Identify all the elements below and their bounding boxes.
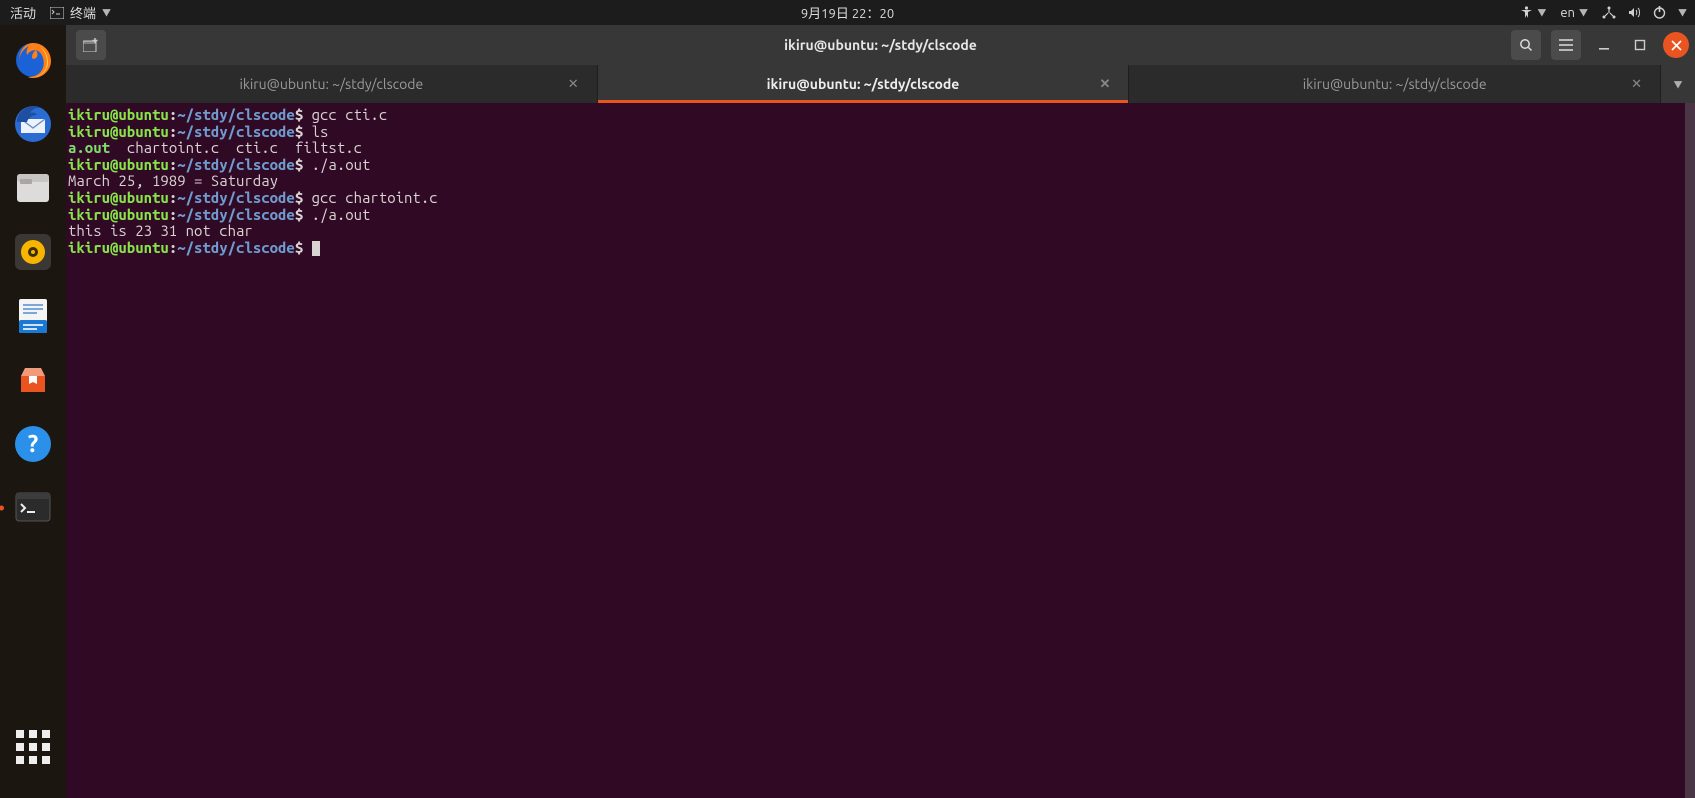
search-button[interactable] <box>1511 30 1541 60</box>
chevron-down-icon: ▼ <box>1678 6 1687 19</box>
window-minimize-button[interactable] <box>1591 32 1617 58</box>
dock-firefox[interactable] <box>8 35 58 85</box>
terminal-tabs: ikiru@ubuntu: ~/stdy/clscode ✕ ikiru@ubu… <box>66 65 1695 103</box>
terminal-scrollbar[interactable] <box>1685 103 1695 798</box>
files-icon <box>11 166 55 210</box>
accessibility-icon <box>1520 6 1533 19</box>
show-applications[interactable] <box>8 722 58 772</box>
terminal-viewport[interactable]: ikiru@ubuntu:~/stdy/clscode$ gcc cti.c i… <box>66 103 1695 798</box>
terminal-icon <box>50 7 64 19</box>
terminal-tab-2[interactable]: ikiru@ubuntu: ~/stdy/clscode ✕ <box>1129 65 1661 103</box>
terminal-tab-0[interactable]: ikiru@ubuntu: ~/stdy/clscode ✕ <box>66 65 598 103</box>
tab-close-button[interactable]: ✕ <box>1631 77 1642 92</box>
firefox-icon <box>11 38 55 82</box>
terminal-app-icon <box>11 486 55 530</box>
terminal-output[interactable]: ikiru@ubuntu:~/stdy/clscode$ gcc cti.c i… <box>66 103 1685 798</box>
dock-rhythmbox[interactable] <box>8 227 58 277</box>
system-menu[interactable]: ▼ <box>1602 6 1687 19</box>
dock: ? <box>0 25 66 798</box>
dock-help[interactable]: ? <box>8 419 58 469</box>
minimize-icon <box>1598 39 1610 51</box>
window-close-button[interactable] <box>1663 32 1689 58</box>
maximize-icon <box>1634 39 1646 51</box>
app-menu-label: 终端 <box>70 3 96 22</box>
tabs-overflow-button[interactable]: ▼ <box>1661 65 1695 103</box>
window-title: ikiru@ubuntu: ~/stdy/clscode <box>784 37 977 53</box>
terminal-tab-1[interactable]: ikiru@ubuntu: ~/stdy/clscode ✕ <box>598 65 1130 103</box>
chevron-down-icon: ▼ <box>1537 6 1546 19</box>
dock-writer[interactable] <box>8 291 58 341</box>
chevron-down-icon: ▼ <box>102 6 111 19</box>
gnome-top-bar: 活动 终端 ▼ 9月19日 22：20 ▼ en ▼ ▼ <box>0 0 1695 25</box>
scrollbar-thumb[interactable] <box>1685 103 1695 798</box>
hamburger-menu-button[interactable] <box>1551 30 1581 60</box>
search-icon <box>1519 38 1533 52</box>
tab-label: ikiru@ubuntu: ~/stdy/clscode <box>767 76 960 92</box>
dock-thunderbird[interactable] <box>8 99 58 149</box>
clock[interactable]: 9月19日 22：20 <box>801 3 894 22</box>
accessibility-menu[interactable]: ▼ <box>1520 6 1546 19</box>
new-tab-icon <box>83 38 99 52</box>
rhythmbox-icon <box>11 230 55 274</box>
input-source-label: en <box>1560 6 1575 20</box>
software-icon <box>11 358 55 402</box>
dock-software[interactable] <box>8 355 58 405</box>
svg-text:?: ? <box>28 430 39 457</box>
new-tab-button[interactable] <box>76 30 106 60</box>
tab-label: ikiru@ubuntu: ~/stdy/clscode <box>239 76 423 92</box>
chevron-down-icon: ▼ <box>1674 78 1683 91</box>
window-titlebar[interactable]: ikiru@ubuntu: ~/stdy/clscode <box>66 25 1695 65</box>
volume-icon <box>1628 6 1641 19</box>
chevron-down-icon: ▼ <box>1579 6 1588 19</box>
thunderbird-icon <box>11 102 55 146</box>
close-icon <box>1671 40 1682 51</box>
help-icon: ? <box>11 422 55 466</box>
power-icon <box>1653 6 1666 19</box>
terminal-window: ikiru@ubuntu: ~/stdy/clscode ikiru@ubunt… <box>66 25 1695 798</box>
hamburger-icon <box>1559 39 1573 51</box>
tab-close-button[interactable]: ✕ <box>568 77 579 92</box>
dock-files[interactable] <box>8 163 58 213</box>
tab-label: ikiru@ubuntu: ~/stdy/clscode <box>1303 76 1487 92</box>
tab-close-button[interactable]: ✕ <box>1099 77 1110 92</box>
dock-terminal[interactable] <box>8 483 58 533</box>
input-source-menu[interactable]: en ▼ <box>1560 6 1588 20</box>
window-maximize-button[interactable] <box>1627 32 1653 58</box>
app-menu[interactable]: 终端 ▼ <box>50 3 111 22</box>
activities-button[interactable]: 活动 <box>10 3 36 22</box>
clock-label: 9月19日 22：20 <box>801 3 894 22</box>
apps-grid-icon <box>16 730 50 764</box>
network-icon <box>1602 6 1616 19</box>
writer-icon <box>11 294 55 338</box>
